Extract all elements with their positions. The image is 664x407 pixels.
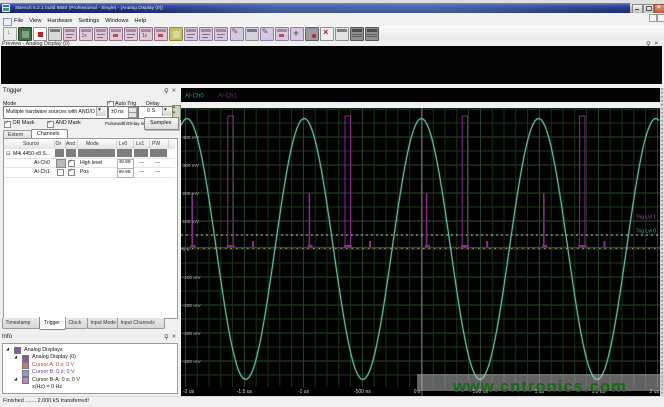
svg-text:-400 mV: -400 mV — [183, 359, 202, 365]
svg-text:Trig Lvl 0: Trig Lvl 0 — [636, 229, 657, 235]
svg-text:-300 mV: -300 mV — [183, 331, 202, 337]
svg-text:-500 ns: -500 ns — [354, 389, 371, 395]
svg-text:-200 mV: -200 mV — [183, 303, 202, 309]
svg-text:-1.5 us: -1.5 us — [237, 389, 253, 395]
svg-text:400 mV: 400 mV — [183, 135, 200, 141]
svg-text:-2 us: -2 us — [183, 389, 195, 395]
svg-text:0 V: 0 V — [183, 247, 191, 253]
svg-text:AI-Ch1: AI-Ch1 — [218, 94, 237, 100]
svg-text:100 mV: 100 mV — [183, 219, 200, 225]
svg-text:-1 us: -1 us — [298, 389, 310, 395]
svg-text:-100 mV: -100 mV — [183, 275, 202, 281]
svg-text:200 mV: 200 mV — [183, 191, 200, 197]
svg-text:AI-Ch0: AI-Ch0 — [185, 94, 204, 100]
svg-text:300 mV: 300 mV — [183, 163, 200, 169]
svg-text:Trig Lvl 1: Trig Lvl 1 — [636, 215, 657, 221]
